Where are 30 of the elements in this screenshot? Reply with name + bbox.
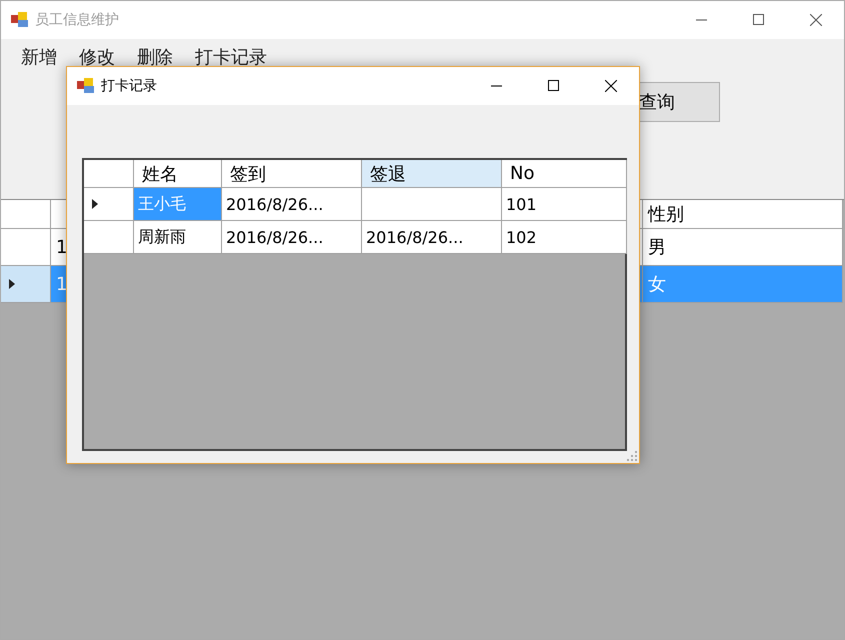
maximize-icon — [752, 14, 764, 26]
table-cell: 102 — [502, 221, 627, 254]
table-cell: 王小毛 — [134, 188, 222, 221]
close-icon — [810, 14, 822, 26]
column-header[interactable]: 性别 — [643, 200, 843, 229]
window-title: 员工信息维护 — [35, 11, 120, 29]
row-header[interactable] — [1, 266, 51, 303]
row-header[interactable] — [84, 221, 134, 254]
dialog-title: 打卡记录 — [101, 77, 158, 95]
table-cell: 周新雨 — [134, 221, 222, 254]
current-row-icon — [92, 199, 98, 209]
menu-item[interactable]: 新增 — [21, 45, 57, 71]
close-icon — [604, 80, 616, 92]
column-header[interactable]: 签到 — [222, 160, 362, 188]
maximize-icon — [548, 80, 560, 92]
table-cell: 女 — [643, 266, 843, 303]
app-icon — [11, 12, 29, 28]
table-cell: 2016/8/26... — [362, 221, 502, 254]
current-row-icon — [9, 279, 15, 289]
row-header[interactable] — [1, 229, 51, 266]
table-cell: 101 — [502, 188, 627, 221]
table-cell: 2016/8/26... — [222, 221, 362, 254]
resize-grip-icon[interactable] — [627, 451, 637, 461]
column-header[interactable]: 姓名 — [134, 160, 222, 188]
table-cell: 男 — [643, 229, 843, 266]
table-cell: 2016/8/26... — [222, 188, 362, 221]
column-header[interactable]: 签退 — [362, 160, 502, 188]
app-icon — [77, 78, 95, 94]
column-header[interactable]: No — [502, 160, 627, 188]
row-header[interactable] — [84, 188, 134, 221]
